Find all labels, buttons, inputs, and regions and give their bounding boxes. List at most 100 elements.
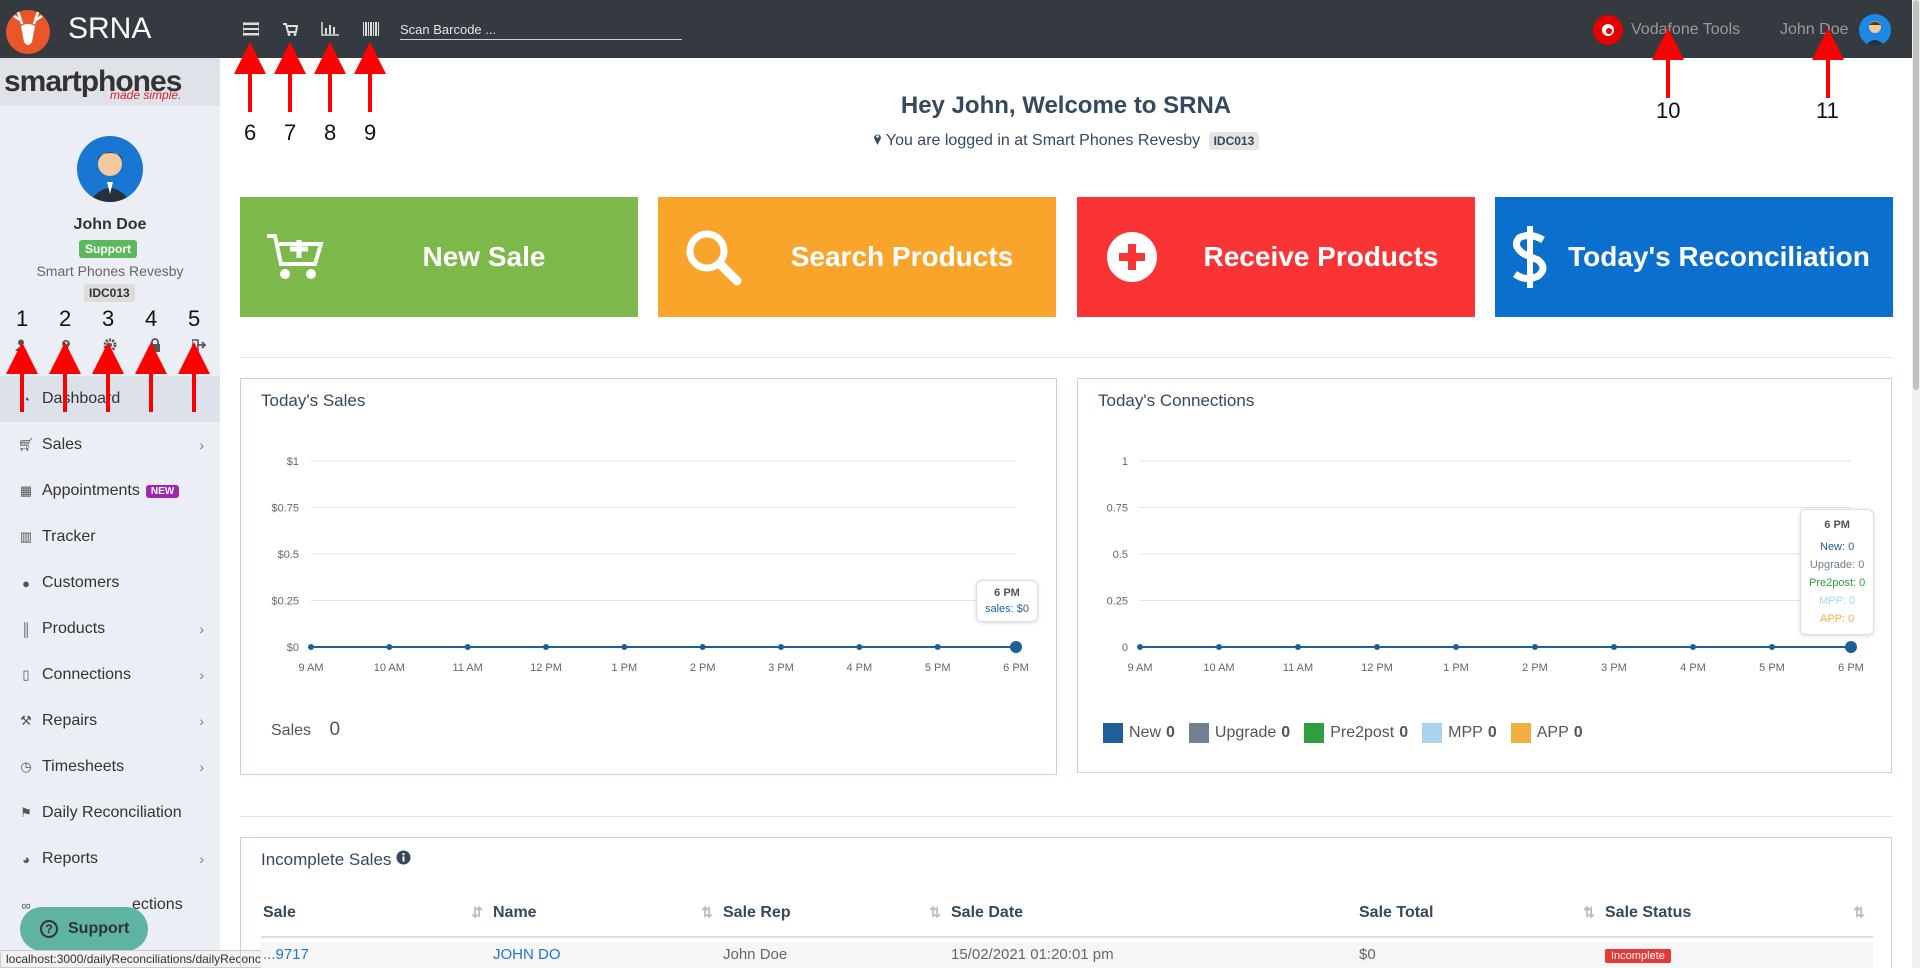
data-point bbox=[1453, 644, 1459, 650]
x-tick-label: 5 PM bbox=[925, 662, 951, 674]
annotation-label: 6 bbox=[244, 120, 257, 145]
sidebar-item-tracker[interactable]: ▥ Tracker bbox=[0, 514, 220, 560]
legend-item[interactable]: MPP 0 bbox=[1422, 723, 1497, 743]
sidebar-item-appointments[interactable]: ▦ Appointments NEW bbox=[0, 468, 220, 514]
column-header-sale-rep[interactable]: Sale Rep ⇅ bbox=[721, 904, 949, 936]
legend-item[interactable]: Pre2post 0 bbox=[1304, 723, 1408, 743]
tooltip-title: 6 PM bbox=[994, 587, 1020, 599]
sales-summary-label: Sales bbox=[271, 722, 312, 739]
todays-reconciliation-tile[interactable]: Today's Reconciliation bbox=[1495, 197, 1893, 317]
user-menu[interactable]: John Doe bbox=[1780, 14, 1891, 46]
sidebar-item-connections[interactable]: ▯ Connections › bbox=[0, 652, 220, 698]
plus-circle-icon bbox=[1077, 230, 1187, 284]
calendar-icon: ▦ bbox=[19, 483, 33, 498]
sort-icon: ⇵ bbox=[471, 904, 483, 920]
sidebar-item-customers[interactable]: ● Customers bbox=[0, 560, 220, 606]
legend-total: 0 bbox=[1281, 724, 1291, 741]
page-scrollbar[interactable] bbox=[1912, 0, 1920, 968]
sidebar-item-daily-reconciliation[interactable]: ⚑ Daily Reconciliation bbox=[0, 790, 220, 836]
table-row[interactable]: ...9717 JOHN DO John Doe 15/02/2021 01:2… bbox=[261, 942, 1873, 968]
table-title: Incomplete Sales bbox=[261, 850, 411, 870]
barcode-icon: ║ bbox=[21, 621, 31, 637]
gear-icon[interactable] bbox=[99, 336, 121, 354]
data-point bbox=[1769, 644, 1775, 650]
table-header: Sale ⇵ Name ⇅ Sale Rep ⇅ Sale Date Sale Tot… bbox=[261, 904, 1873, 938]
tooltip-line: sales: $0 bbox=[985, 603, 1030, 615]
data-point bbox=[1532, 644, 1538, 650]
sidebar-item-dashboard[interactable]: ◔ Dashboard bbox=[0, 376, 220, 422]
x-tick-label: 3 PM bbox=[768, 662, 794, 674]
dashboard-icon: ◔ bbox=[22, 391, 30, 407]
y-tick-label: $1 bbox=[287, 456, 299, 468]
profile-actions bbox=[10, 336, 210, 354]
tooltip-line: New: 0 bbox=[1820, 541, 1855, 553]
data-point bbox=[621, 644, 628, 650]
cart-icon[interactable] bbox=[279, 18, 301, 40]
column-header-sale-date[interactable]: Sale Date bbox=[949, 904, 1357, 936]
data-point bbox=[1216, 644, 1222, 650]
sidebar-item-reports[interactable]: ◕ Reports › bbox=[0, 836, 220, 882]
chart-legend: New 0 Upgrade 0 Pre2post 0 MPP 0 APP 0 bbox=[1103, 723, 1597, 743]
customer-name-link[interactable]: JOHN DO bbox=[491, 942, 721, 968]
column-header-sale[interactable]: Sale ⇵ bbox=[261, 904, 491, 936]
receive-products-tile[interactable]: Receive Products bbox=[1077, 197, 1475, 317]
brand[interactable]: SRNA bbox=[0, 0, 220, 58]
map-marker-icon bbox=[873, 132, 886, 149]
legend-item[interactable]: APP 0 bbox=[1510, 723, 1583, 743]
legend-item[interactable]: New 0 bbox=[1103, 723, 1175, 743]
logo-tagline: made simple. bbox=[110, 88, 182, 102]
new-sale-tile[interactable]: New Sale bbox=[240, 197, 638, 317]
sidebar-item-timesheets[interactable]: ◷ Timesheets › bbox=[0, 744, 220, 790]
scan-barcode-input[interactable] bbox=[400, 20, 682, 40]
x-tick-label: 9 AM bbox=[1127, 662, 1152, 674]
info-icon[interactable] bbox=[396, 850, 411, 869]
list-icon[interactable] bbox=[240, 18, 262, 40]
question-icon: ? bbox=[40, 920, 58, 938]
todays-sales-panel: Today's Sales $0 $0.25 $0.5 $0.75 $1 9 AM 10 A… bbox=[240, 378, 1057, 775]
search-products-tile[interactable]: Search Products bbox=[658, 197, 1056, 317]
sign-out-icon[interactable] bbox=[188, 336, 210, 354]
status-badge: Incomplete bbox=[1605, 949, 1671, 963]
legend-swatch bbox=[1422, 723, 1443, 743]
sale-id-link[interactable]: ...9717 bbox=[261, 942, 491, 968]
deer-logo-icon bbox=[0, 0, 56, 58]
support-button[interactable]: ? Support bbox=[20, 907, 148, 951]
bar-chart-icon[interactable] bbox=[319, 18, 341, 40]
barcode-icon[interactable] bbox=[360, 18, 382, 40]
flag-icon: ⚑ bbox=[20, 805, 32, 820]
sidebar-item-label: Connections bbox=[42, 666, 131, 683]
column-header-sale-total[interactable]: Sale Total ⇅ bbox=[1357, 904, 1603, 936]
legend-swatch bbox=[1103, 723, 1123, 743]
column-header-name[interactable]: Name ⇅ bbox=[491, 904, 721, 936]
user-icon[interactable] bbox=[10, 336, 32, 354]
column-header-sale-status[interactable]: Sale Status ⇅ bbox=[1603, 904, 1873, 936]
vodafone-logo-icon bbox=[1593, 15, 1623, 45]
data-point bbox=[1010, 641, 1022, 653]
data-point bbox=[543, 644, 549, 650]
data-point bbox=[308, 644, 314, 650]
scrollbar-thumb[interactable] bbox=[1913, 0, 1919, 390]
lock-icon[interactable] bbox=[144, 336, 166, 354]
chevron-right-icon: › bbox=[199, 851, 204, 867]
vodafone-tools-link[interactable]: Vodafone Tools bbox=[1593, 15, 1740, 45]
data-point bbox=[386, 644, 393, 650]
x-tick-label: 3 PM bbox=[1601, 662, 1627, 674]
wrench-icon: ⚒ bbox=[20, 713, 32, 728]
y-tick-label: 1 bbox=[1122, 456, 1128, 468]
annotation-label: 7 bbox=[284, 120, 297, 145]
sidebar-item-products[interactable]: ║ Products › bbox=[0, 606, 220, 652]
sidebar-item-sales[interactable]: 🛒︎ Sales › bbox=[0, 422, 220, 468]
map-marker-icon[interactable] bbox=[55, 336, 77, 354]
sidebar-item-repairs[interactable]: ⚒ Repairs › bbox=[0, 698, 220, 744]
x-tick-label: 12 PM bbox=[530, 662, 562, 674]
legend-item[interactable]: Upgrade 0 bbox=[1188, 723, 1291, 743]
divider bbox=[240, 357, 1892, 358]
data-point bbox=[699, 644, 706, 650]
legend-total: 0 bbox=[1573, 724, 1583, 741]
data-point bbox=[1295, 644, 1301, 650]
legend-label: MPP bbox=[1448, 724, 1483, 741]
annotation-label: 4 bbox=[145, 306, 158, 331]
y-tick-label: $0.25 bbox=[271, 596, 299, 608]
x-tick-label: 2 PM bbox=[690, 662, 716, 674]
tooltip-line: Upgrade: 0 bbox=[1809, 559, 1865, 571]
